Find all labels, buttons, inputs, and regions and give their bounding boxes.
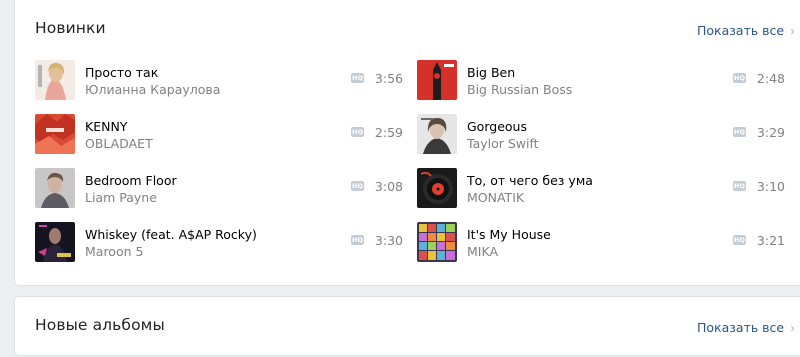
track-artist[interactable]: Юлианна Караулова	[85, 82, 220, 97]
track-title: Просто так	[85, 65, 159, 80]
new-albums-card: Новые альбомы Показать все ›	[14, 296, 800, 356]
track-title: KENNY	[85, 119, 128, 134]
hq-badge: HQ	[733, 127, 746, 137]
track-duration: 2:48	[756, 71, 785, 86]
show-all-label: Показать все	[697, 320, 785, 335]
track-title: Big Ben	[467, 65, 516, 80]
album-cover-icon	[35, 222, 75, 262]
hq-badge: HQ	[351, 127, 364, 137]
show-all-label: Показать все	[697, 23, 785, 38]
show-all-link[interactable]: Показать все ›	[697, 320, 795, 336]
track-duration: 3:30	[374, 233, 403, 248]
album-cover-icon	[417, 114, 457, 154]
album-cover-icon	[35, 114, 75, 154]
new-releases-card: Новинки Показать все › Просто так Юлианна…	[14, 0, 800, 286]
hq-badge: HQ	[351, 73, 364, 83]
track-artist[interactable]: Maroon 5	[85, 244, 143, 259]
track-item[interactable]: То, от чего без ума MONATIK HQ 3:10	[417, 168, 785, 212]
album-cover-icon	[35, 168, 75, 208]
track-artist[interactable]: MONATIK	[467, 190, 524, 205]
section-title: Новые альбомы	[35, 316, 165, 334]
track-title: Bedroom Floor	[85, 173, 177, 188]
album-cover-icon	[417, 60, 457, 100]
hq-badge: HQ	[733, 235, 746, 245]
track-duration: 2:59	[374, 125, 403, 140]
new-releases-header: Новинки Показать все ›	[15, 0, 800, 60]
track-duration: 3:29	[756, 125, 785, 140]
track-item[interactable]: Whiskey (feat. A$AP Rocky) Maroon 5 HQ 3…	[35, 222, 403, 266]
track-item[interactable]: It's My House MIKA HQ 3:21	[417, 222, 785, 266]
track-duration: 3:21	[756, 233, 785, 248]
track-title: Gorgeous	[467, 119, 527, 134]
track-artist[interactable]: OBLADAET	[85, 136, 153, 151]
album-cover-icon	[35, 60, 75, 100]
track-item[interactable]: Просто так Юлианна Караулова HQ 3:56	[35, 60, 403, 104]
track-title: Whiskey (feat. A$AP Rocky)	[85, 227, 257, 242]
track-artist[interactable]: Taylor Swift	[467, 136, 539, 151]
hq-badge: HQ	[351, 181, 364, 191]
new-albums-header: Новые альбомы Показать все ›	[15, 297, 800, 357]
section-title: Новинки	[35, 19, 106, 37]
hq-badge: HQ	[733, 73, 746, 83]
hq-badge: HQ	[733, 181, 746, 191]
track-item[interactable]: KENNY OBLADAET HQ 2:59	[35, 114, 403, 158]
hq-badge: HQ	[351, 235, 364, 245]
track-artist[interactable]: MIKA	[467, 244, 498, 259]
show-all-link[interactable]: Показать все ›	[697, 23, 795, 39]
track-item[interactable]: Gorgeous Taylor Swift HQ 3:29	[417, 114, 785, 158]
album-cover-icon	[417, 222, 457, 262]
chevron-right-icon: ›	[790, 320, 795, 336]
chevron-right-icon: ›	[790, 23, 795, 39]
track-duration: 3:56	[374, 71, 403, 86]
track-duration: 3:08	[374, 179, 403, 194]
track-artist[interactable]: Liam Payne	[85, 190, 157, 205]
track-artist[interactable]: Big Russian Boss	[467, 82, 572, 97]
track-duration: 3:10	[756, 179, 785, 194]
track-item[interactable]: Bedroom Floor Liam Payne HQ 3:08	[35, 168, 403, 212]
track-title: It's My House	[467, 227, 551, 242]
track-title: То, от чего без ума	[467, 173, 593, 188]
album-cover-icon	[417, 168, 457, 208]
track-item[interactable]: Big Ben Big Russian Boss HQ 2:48	[417, 60, 785, 104]
